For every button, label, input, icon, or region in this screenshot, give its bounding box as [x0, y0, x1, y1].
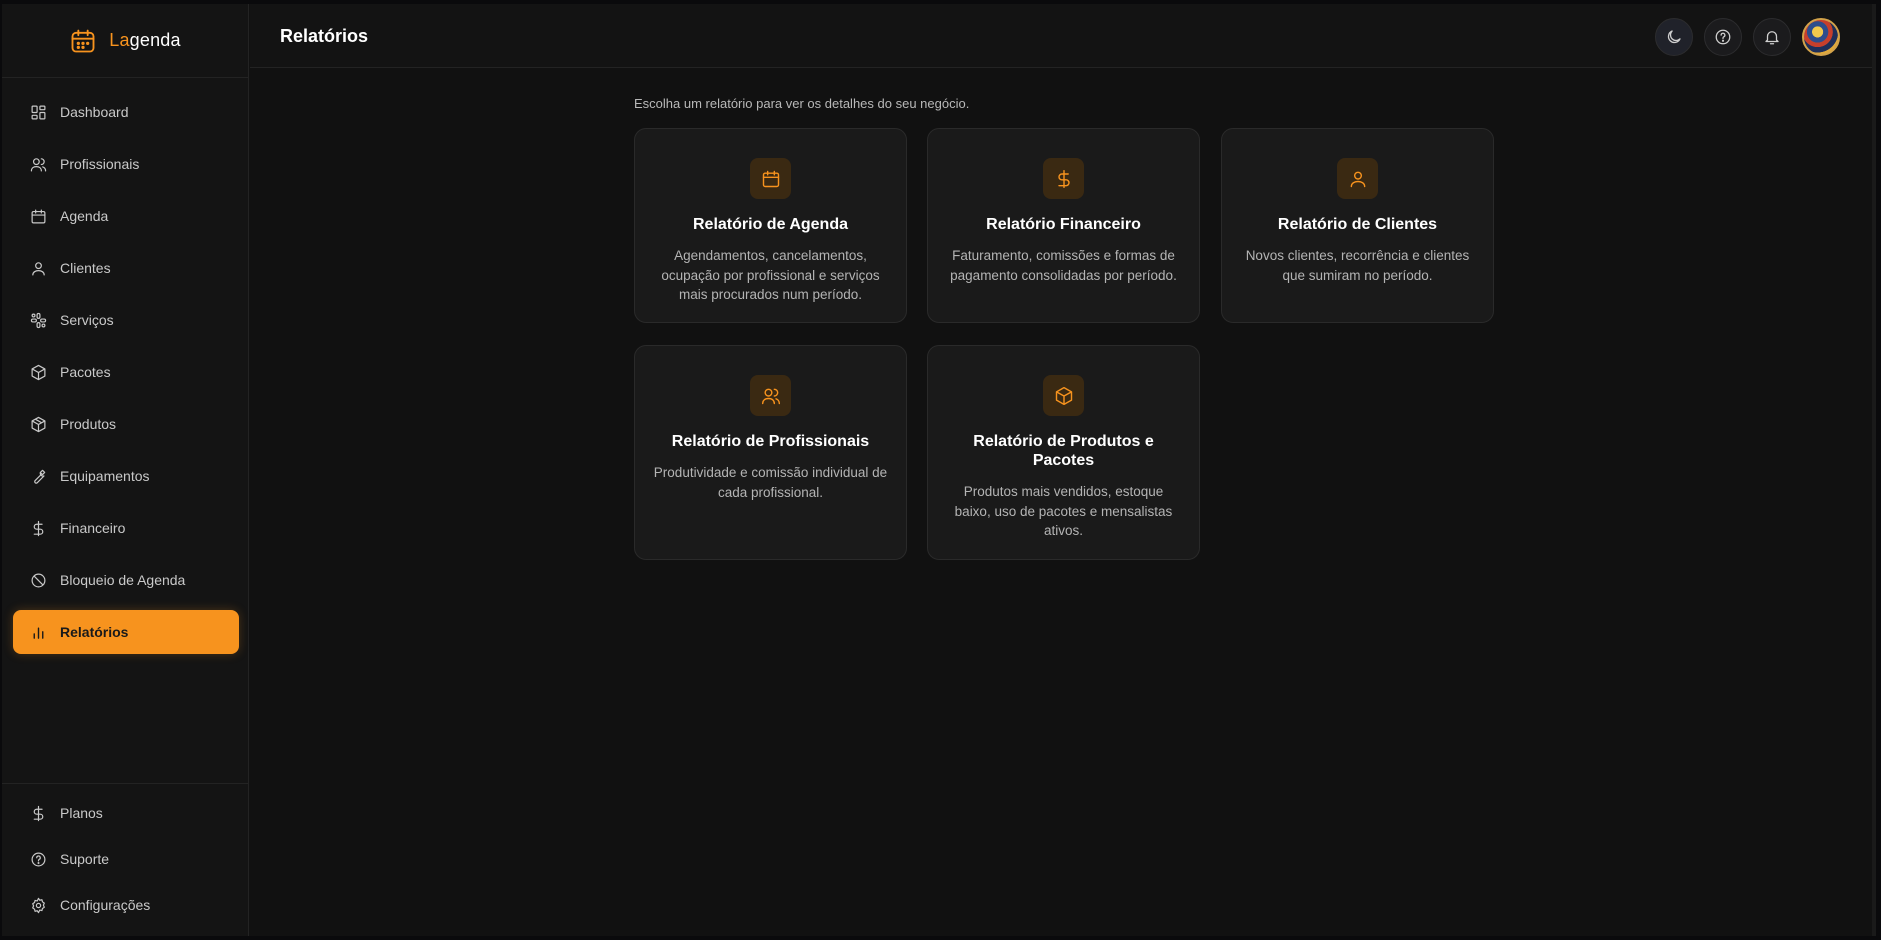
- sidebar-item-label: Configurações: [60, 897, 151, 913]
- sidebar-item-label: Agenda: [60, 208, 109, 224]
- sidebar-item-financeiro[interactable]: Financeiro: [13, 506, 239, 550]
- users-icon: [761, 388, 780, 404]
- brand-logo[interactable]: Lagenda: [2, 4, 248, 78]
- brand-name: Lagenda: [109, 30, 180, 51]
- services-icon: [30, 312, 47, 328]
- bar-chart-icon: [33, 627, 44, 639]
- theme-toggle-button[interactable]: [1655, 18, 1693, 56]
- moon-icon: [1667, 30, 1681, 44]
- brand-prefix: La: [109, 30, 130, 50]
- user-icon: [32, 261, 45, 275]
- card-title: Relatório de Agenda: [693, 216, 848, 233]
- card-icon-container: [1337, 158, 1378, 199]
- report-card-clientes[interactable]: Relatório de Clientes Novos clientes, re…: [1221, 128, 1494, 323]
- window-scrollbar[interactable]: [1872, 4, 1876, 936]
- page-subtitle: Escolha um relatório para ver os detalhe…: [634, 96, 970, 111]
- report-card-profissionais[interactable]: Relatório de Profissionais Produtividade…: [634, 345, 907, 560]
- users-icon: [30, 157, 47, 171]
- bell-icon: [1765, 31, 1779, 45]
- card-icon-container: [1043, 375, 1084, 416]
- card-title: Relatório de Produtos e Pacotes: [973, 433, 1154, 469]
- sidebar-item-label: Planos: [60, 805, 103, 821]
- wrench-icon: [34, 469, 46, 484]
- card-description: Produtos mais vendidos, estoque baixo, u…: [954, 484, 1173, 538]
- card-description: Faturamento, comissões e formas de pagam…: [950, 248, 1177, 283]
- calendar-logo-icon: [71, 29, 95, 52]
- card-title: Relatório Financeiro: [986, 216, 1141, 233]
- sidebar-item-servicos[interactable]: Serviços: [13, 298, 239, 342]
- sidebar-item-clientes[interactable]: Clientes: [13, 246, 239, 290]
- sidebar-item-dashboard[interactable]: Dashboard: [13, 90, 239, 134]
- card-icon-container: [750, 375, 791, 416]
- sidebar-item-label: Profissionais: [60, 156, 140, 172]
- card-description: Agendamentos, cancelamentos, ocupação po…: [661, 248, 880, 302]
- help-button[interactable]: [1704, 18, 1742, 56]
- sidebar-item-label: Clientes: [60, 260, 111, 276]
- sidebar-item-label: Financeiro: [60, 520, 126, 536]
- sidebar-item-agenda[interactable]: Agenda: [13, 194, 239, 238]
- sidebar-item-produtos[interactable]: Produtos: [13, 402, 239, 446]
- sidebar-item-profissionais[interactable]: Profissionais: [13, 142, 239, 186]
- help-icon: [31, 852, 46, 866]
- report-card-financeiro[interactable]: Relatório Financeiro Faturamento, comiss…: [927, 128, 1200, 323]
- sidebar-item-pacotes[interactable]: Pacotes: [13, 350, 239, 394]
- brand-suffix: genda: [129, 30, 181, 50]
- sidebar-item-relatorios[interactable]: Relatórios: [13, 610, 239, 654]
- avatar[interactable]: [1802, 18, 1840, 56]
- page-title: Relatórios: [280, 26, 369, 46]
- report-card-agenda[interactable]: Relatório de Agenda Agendamentos, cancel…: [634, 128, 907, 323]
- topbar-actions: [1655, 18, 1840, 56]
- sidebar-item-planos[interactable]: Planos: [13, 794, 237, 832]
- sidebar-nav: Dashboard Profissionais Agenda Clientes …: [13, 90, 239, 662]
- dashboard-icon: [31, 105, 46, 119]
- dollar-icon: [33, 520, 44, 536]
- card-description: Novos clientes, recorrência e clientes q…: [1245, 248, 1470, 283]
- sidebar-item-bloqueio-de-agenda[interactable]: Bloqueio de Agenda: [13, 558, 239, 602]
- card-icon-container: [750, 158, 791, 199]
- block-icon: [31, 573, 46, 587]
- sidebar-item-label: Pacotes: [60, 364, 111, 380]
- user-icon: [1350, 171, 1365, 187]
- calendar-icon: [762, 170, 779, 187]
- gear-icon: [32, 897, 45, 913]
- package-icon: [1055, 386, 1072, 405]
- report-card-produtos-pacotes[interactable]: Relatório de Produtos e Pacotes Produtos…: [927, 345, 1200, 560]
- sidebar-item-label: Suporte: [60, 851, 110, 867]
- box-icon: [31, 416, 46, 432]
- sidebar-item-label: Relatórios: [60, 624, 129, 640]
- dollar-icon: [1057, 169, 1070, 188]
- sidebar-item-equipamentos[interactable]: Equipamentos: [13, 454, 239, 498]
- sidebar-bottom-nav: Planos Suporte Configurações: [2, 783, 248, 932]
- card-description: Produtividade e comissão individual de c…: [653, 465, 888, 500]
- notifications-button[interactable]: [1753, 18, 1791, 56]
- sidebar-item-label: Produtos: [60, 416, 117, 432]
- sidebar-item-label: Bloqueio de Agenda: [60, 572, 186, 588]
- sidebar-item-label: Serviços: [60, 312, 114, 328]
- help-icon: [1715, 29, 1731, 45]
- sidebar-item-suporte[interactable]: Suporte: [13, 840, 237, 878]
- app-window: Lagenda Dashboard Profissionais Agenda C…: [2, 4, 1876, 936]
- sidebar-item-label: Equipamentos: [60, 468, 150, 484]
- card-title: Relatório de Profissionais: [671, 433, 870, 450]
- package-icon: [31, 364, 46, 380]
- sidebar-item-label: Dashboard: [60, 104, 129, 120]
- sidebar: Lagenda Dashboard Profissionais Agenda C…: [2, 4, 249, 936]
- dollar-icon: [33, 805, 44, 821]
- card-icon-container: [1043, 158, 1084, 199]
- calendar-icon: [31, 209, 46, 223]
- sidebar-item-configuracoes[interactable]: Configurações: [13, 886, 237, 924]
- topbar: Relatórios: [250, 4, 1876, 68]
- card-title: Relatório de Clientes: [1277, 216, 1438, 233]
